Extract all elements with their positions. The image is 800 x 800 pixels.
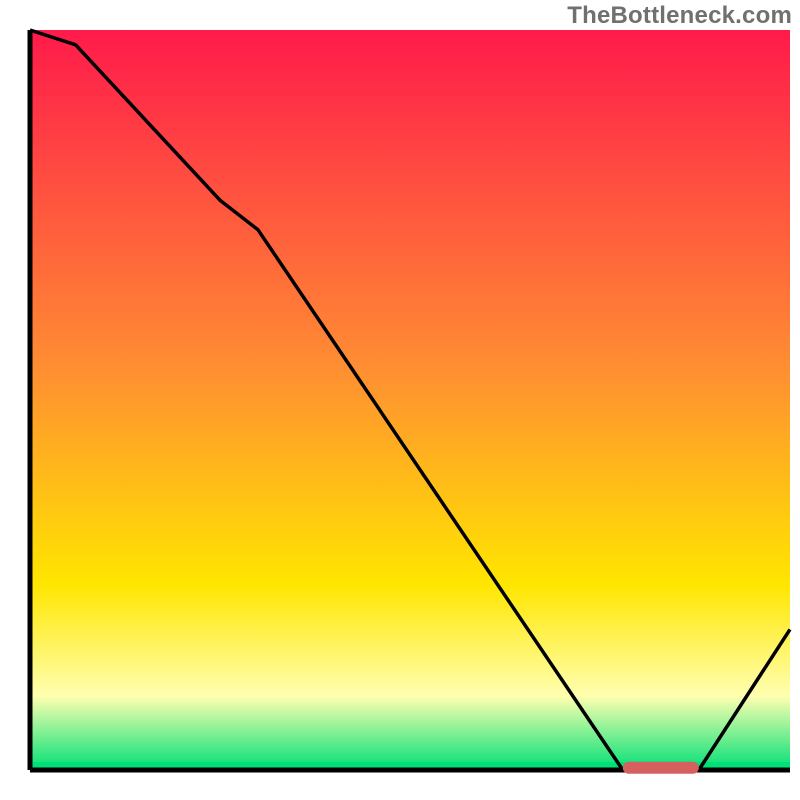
bottleneck-chart — [0, 0, 800, 800]
chart-container: { "watermark": "TheBottleneck.com", "col… — [0, 0, 800, 800]
optimal-range-marker — [623, 762, 699, 774]
gradient-background — [30, 30, 790, 770]
